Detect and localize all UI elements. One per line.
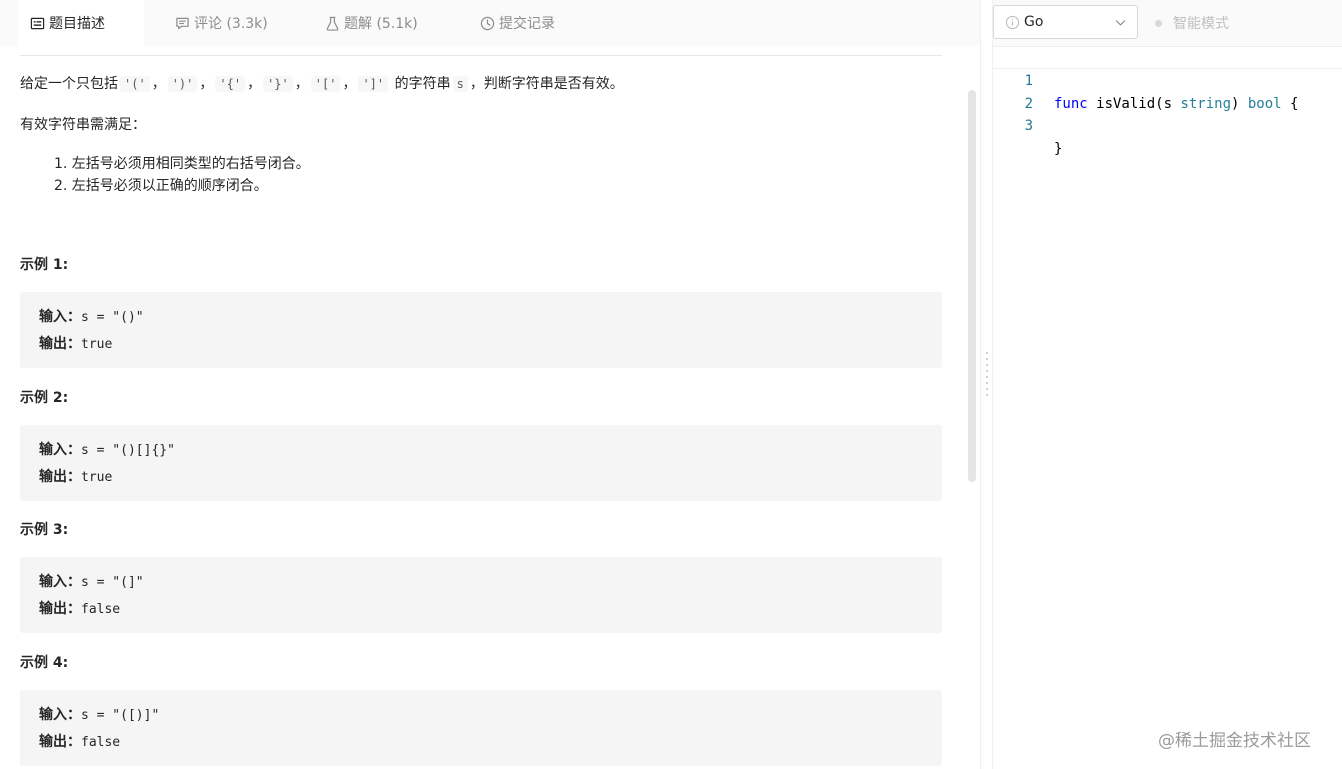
bracket-code: '}' xyxy=(263,76,293,92)
variable-code: s xyxy=(452,76,468,92)
code-line[interactable]: 1 func isValid(s string) bool { xyxy=(993,46,1342,112)
tab-label: 题解 (5.1k) xyxy=(344,16,418,32)
tab-bar: 题目描述 评论 (3.3k) 题解 (5.1k) 提交记录 xyxy=(0,0,980,46)
example-title: 示例 2: xyxy=(20,390,69,406)
bracket-code: '{' xyxy=(215,76,246,92)
bracket-code: ']' xyxy=(358,76,389,92)
valid-title: 有效字符串需满足： xyxy=(20,117,146,133)
code-line[interactable]: 2 xyxy=(993,70,1342,112)
language-select[interactable]: Go xyxy=(993,5,1138,39)
clock-icon xyxy=(480,16,495,30)
example-title: 示例 1: xyxy=(20,257,69,273)
list-item: 1. 左括号必须用相同类型的右括号闭合。 xyxy=(54,156,310,172)
tab-label: 题目描述 xyxy=(49,16,105,32)
smart-mode-label: 智能模式 xyxy=(1173,16,1229,32)
example-title: 示例 3: xyxy=(20,522,69,538)
problem-intro: 给定一个只包括 '('， ')'， '{'， '}'， '['， ']' 的字符串 s ，判断字… xyxy=(20,76,624,92)
comment-icon xyxy=(176,17,189,29)
bracket-code: '(' xyxy=(120,76,150,92)
description-icon xyxy=(30,17,45,29)
example-block: 输入：s = "()[]{}" 输出：true xyxy=(20,425,942,501)
tab-submissions[interactable]: 提交记录 xyxy=(480,0,555,46)
example-block: 输入：s = "()" 输出：true xyxy=(20,292,942,368)
info-icon xyxy=(1005,15,1020,29)
editor-panel: Go 智能模式 1 func isValid(s string) bool { … xyxy=(993,0,1342,769)
tab-label: 提交记录 xyxy=(499,16,555,32)
example-title: 示例 4: xyxy=(20,655,69,671)
divider xyxy=(20,55,942,56)
line-content: } xyxy=(1054,141,1063,157)
bracket-code: '[' xyxy=(310,76,341,92)
problem-panel: 题目描述 评论 (3.3k) 题解 (5.1k) 提交记录 给定一个只包括 '('… xyxy=(0,0,980,769)
chevron-down-icon xyxy=(1115,20,1126,26)
panel-resizer[interactable] xyxy=(980,0,993,769)
list-item: 2. 左括号必须以正确的顺序闭合。 xyxy=(54,178,268,194)
code-line[interactable]: 3 } xyxy=(993,92,1342,157)
smart-mode-toggle[interactable]: 智能模式 xyxy=(1155,13,1229,33)
tab-comments[interactable]: 评论 (3.3k) xyxy=(175,0,268,46)
flask-icon xyxy=(326,16,339,31)
tab-solutions[interactable]: 题解 (5.1k) xyxy=(325,0,418,46)
tab-label: 评论 (3.3k) xyxy=(194,16,268,32)
example-block: 输入：s = "(]" 输出：false xyxy=(20,557,942,633)
status-dot-icon xyxy=(1155,19,1162,27)
line-number: 3 xyxy=(1024,118,1033,134)
editor-toolbar: Go 智能模式 xyxy=(993,0,1342,46)
scrollbar-thumb[interactable] xyxy=(968,90,976,482)
example-block: 输入：s = "([)]" 输出：false xyxy=(20,690,942,766)
tab-description[interactable]: 题目描述 xyxy=(18,0,144,46)
bracket-code: ')' xyxy=(167,76,198,92)
language-value: Go xyxy=(1024,14,1044,30)
watermark: @稀土掘金技术社区 xyxy=(1158,731,1311,751)
rule-list: 1. 左括号必须用相同类型的右括号闭合。 2. 左括号必须以正确的顺序闭合。 xyxy=(54,153,310,197)
drag-handle-icon xyxy=(986,352,989,400)
code-editor[interactable]: 1 func isValid(s string) bool { 2 3 } xyxy=(993,46,1342,769)
